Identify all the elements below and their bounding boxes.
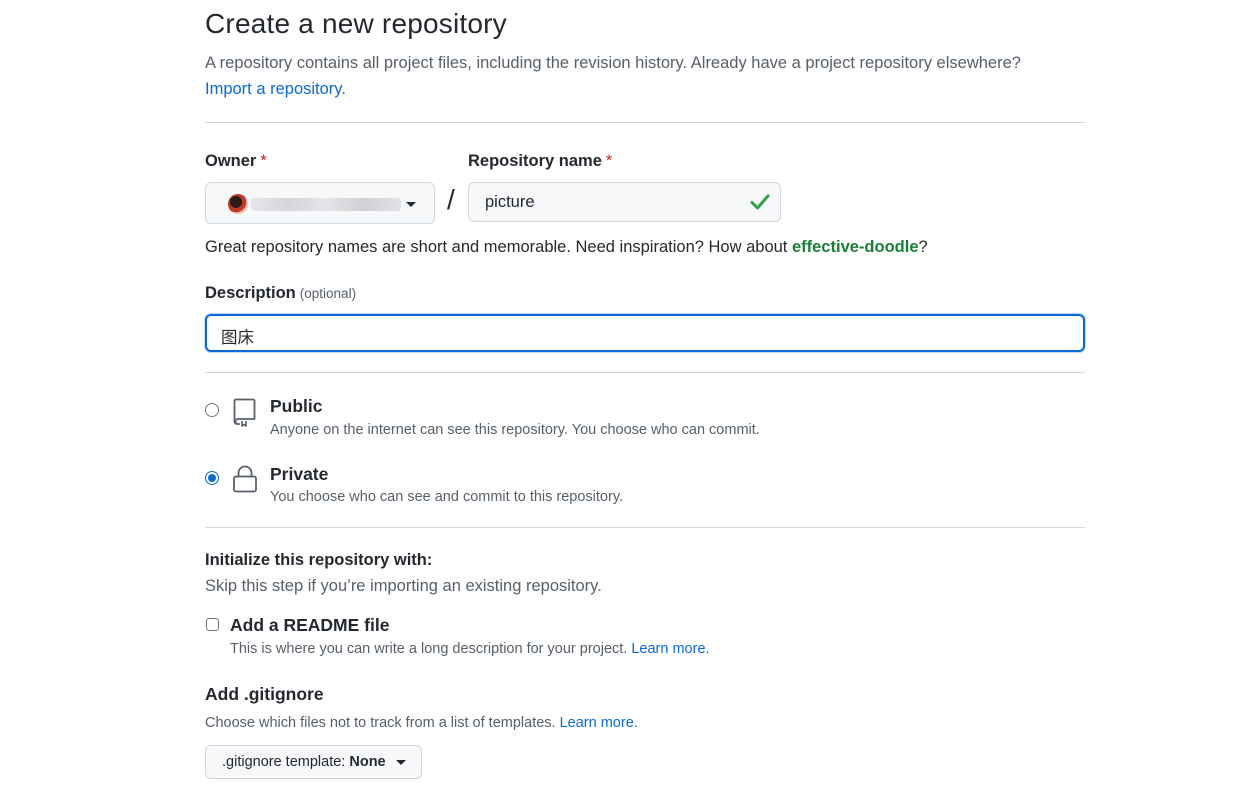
private-option-desc: You choose who can see and commit to thi… [270,489,624,505]
divider [205,527,1085,528]
lock-icon [233,465,257,493]
divider [205,372,1085,373]
hint-suffix: ? [918,238,928,256]
required-mark: * [605,152,613,170]
subtitle-text: A repository contains all project files,… [205,54,1021,72]
repo-name-input[interactable]: picture [468,182,781,222]
required-mark: * [260,152,267,170]
owner-repo-separator: / [447,184,455,215]
description-label-text: Description [205,284,296,302]
description-label: Description (optional) [205,284,356,303]
add-readme-label[interactable]: Add a README file [230,615,389,636]
optional-hint: (optional) [299,286,357,301]
chevron-down-icon [406,202,416,207]
readme-learn-more-link[interactable]: Learn more. [631,641,709,657]
description-input[interactable]: 图床 [205,314,1085,352]
initialize-subtitle: Skip this step if you’re importing an ex… [205,577,602,595]
name-suggestion-link[interactable]: effective-doodle [792,238,919,256]
check-icon [750,194,770,210]
readme-desc-text: This is where you can write a long descr… [230,641,628,657]
owner-label-text: Owner [205,152,257,170]
gitignore-learn-more-link[interactable]: Learn more. [560,715,638,731]
repo-name-label: Repository name * [468,152,612,171]
gitignore-desc: Choose which files not to track from a l… [205,715,638,731]
page-title: Create a new repository [205,8,507,39]
gitignore-selected-value: None [349,754,386,770]
gitignore-title: Add .gitignore [205,684,324,704]
owner-label: Owner * [205,152,267,171]
gitignore-template-select[interactable]: .gitignore template: None [205,745,422,779]
public-radio[interactable] [205,403,219,417]
hint-text: Great repository names are short and mem… [205,238,792,256]
initialize-title: Initialize this repository with: [205,551,433,569]
repo-name-hint: Great repository names are short and mem… [205,238,928,257]
gitignore-prefix: .gitignore template: [222,754,346,770]
owner-select[interactable] [205,182,435,224]
repo-icon [233,398,256,427]
add-readme-checkbox[interactable] [206,618,219,631]
gitignore-desc-text: Choose which files not to track from a l… [205,715,556,731]
private-option-title: Private [270,464,329,484]
chevron-down-icon [396,760,406,765]
repo-name-value: picture [485,193,535,211]
divider [205,122,1085,123]
import-repository-link[interactable]: Import a repository. [205,80,346,98]
gitignore-template-label: .gitignore template: None [222,754,386,770]
redacted-owner-name [251,198,401,211]
add-readme-desc: This is where you can write a long descr… [230,641,710,657]
repo-name-label-text: Repository name [468,152,602,170]
description-value: 图床 [221,329,254,347]
page-subtitle: A repository contains all project files,… [205,50,1105,102]
avatar [228,194,248,214]
public-option-desc: Anyone on the internet can see this repo… [270,422,760,438]
private-radio[interactable] [205,471,219,485]
public-option-title: Public [270,396,323,416]
